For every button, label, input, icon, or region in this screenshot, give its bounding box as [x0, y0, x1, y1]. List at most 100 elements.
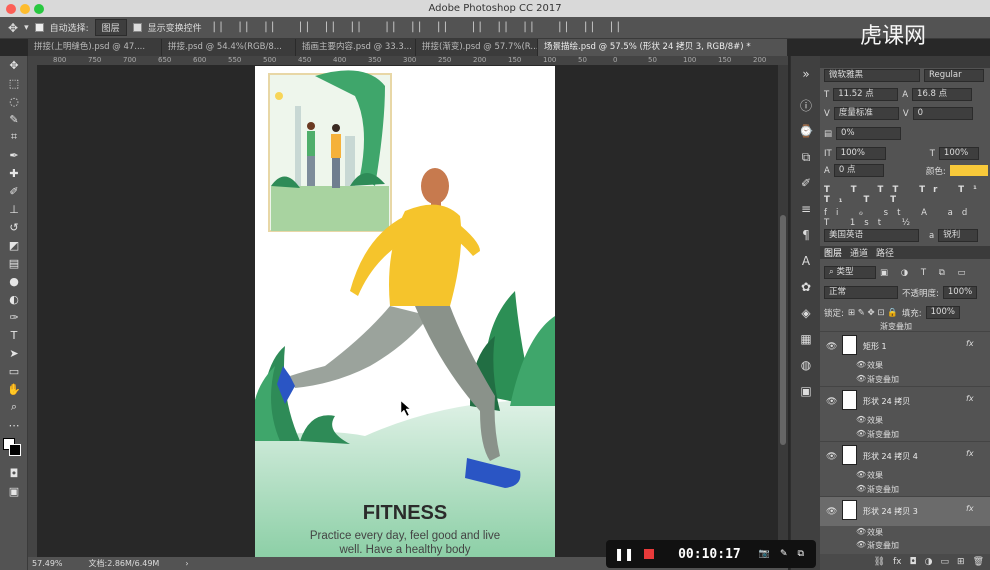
- paragraph-panel-icon[interactable]: ¶: [791, 222, 821, 248]
- swatches-panel-icon[interactable]: ▦: [791, 326, 821, 352]
- zoom-window-button[interactable]: [34, 4, 44, 14]
- history-panel-icon[interactable]: ⌚: [791, 118, 821, 144]
- vertical-scale-field[interactable]: 100%: [835, 147, 886, 160]
- hand-tool-icon[interactable]: ✋: [0, 380, 28, 398]
- type-tool-icon[interactable]: T: [0, 326, 28, 344]
- character-panel-icon[interactable]: A: [791, 248, 821, 274]
- opacity-field[interactable]: 100%: [942, 286, 977, 299]
- screen-mode-icon[interactable]: ▣: [0, 482, 28, 500]
- layer-name[interactable]: 形状 24 拷贝: [863, 396, 910, 407]
- effects-eye-icon[interactable]: 👁: [856, 470, 866, 479]
- close-window-button[interactable]: [6, 4, 16, 14]
- link-layers-icon[interactable]: ⛓: [874, 557, 885, 567]
- add-mask-icon[interactable]: ◘: [910, 557, 917, 567]
- zoom-tool-icon[interactable]: ⌕: [0, 398, 28, 416]
- layer-filter-icons[interactable]: ▣ ◑ T ⧉ ▭: [880, 268, 971, 278]
- stop-icon[interactable]: [644, 549, 655, 559]
- adjustment-layer-icon[interactable]: ◑: [925, 557, 933, 567]
- layers-panel-icon[interactable]: ◈: [791, 300, 821, 326]
- overlay-eye-icon[interactable]: 👁: [856, 484, 866, 493]
- overlay-eye-icon[interactable]: 👁: [856, 540, 866, 549]
- blend-mode-select[interactable]: 正常: [824, 286, 898, 299]
- quick-select-tool-icon[interactable]: ✎: [0, 110, 28, 128]
- doc-tab-4[interactable]: 拼接(渐变).psd @ 57.7%(R...: [416, 39, 538, 56]
- opentype-buttons[interactable]: fi ℴ st A ad T 1st ½: [824, 208, 990, 228]
- layer-name[interactable]: 矩形 1: [863, 341, 887, 352]
- tab-channels[interactable]: 通道: [850, 246, 868, 259]
- tab-layers[interactable]: 图层: [824, 246, 842, 259]
- fx-icon[interactable]: fx: [966, 339, 974, 348]
- new-layer-icon[interactable]: ⊞: [957, 557, 965, 567]
- blur-tool-icon[interactable]: ●: [0, 272, 28, 290]
- layer-name[interactable]: 形状 24 拷贝 3: [863, 506, 918, 517]
- text-color-swatch[interactable]: [949, 165, 988, 176]
- adjustments-panel-icon[interactable]: ≡: [791, 196, 821, 222]
- stamp-tool-icon[interactable]: ⊥: [0, 200, 28, 218]
- effects-eye-icon[interactable]: 👁: [856, 360, 866, 369]
- pen-icon[interactable]: ✎: [780, 549, 788, 559]
- path-select-tool-icon[interactable]: ➤: [0, 344, 28, 362]
- align-buttons[interactable]: ▕▏▕▏▕▏ ▕▏▕▏▕▏ ▕▏▕▏▕▏ ▕▏▕▏▕▏ ▕▏▕▏▕▏: [208, 23, 631, 33]
- history-brush-icon[interactable]: ↺: [0, 218, 28, 236]
- move-tool-icon[interactable]: ✥: [8, 21, 18, 35]
- eyedropper-tool-icon[interactable]: ✒: [0, 146, 28, 164]
- properties-panel-icon[interactable]: ⧉: [791, 144, 821, 170]
- brush-tool-icon[interactable]: ✐: [0, 182, 28, 200]
- overlay-eye-icon[interactable]: 👁: [856, 429, 866, 438]
- layer-row[interactable]: 👁 形状 24 拷贝 4 fx 👁 效果 👁 渐变叠加: [820, 441, 990, 496]
- scroll-thumb[interactable]: [780, 215, 786, 445]
- marquee-tool-icon[interactable]: ⬚: [0, 74, 28, 92]
- tab-paths[interactable]: 路径: [876, 246, 894, 259]
- pause-icon[interactable]: ❚❚: [614, 547, 634, 561]
- status-arrow-icon[interactable]: ›: [185, 559, 188, 568]
- auto-select-mode-select[interactable]: 图层: [94, 19, 127, 36]
- doc-tab-1[interactable]: 拼接(上明缝色).psd @ 47....: [28, 39, 162, 56]
- brush-panel-icon[interactable]: ✐: [791, 170, 821, 196]
- font-size-field[interactable]: 11.52 点: [833, 88, 899, 101]
- fill-field[interactable]: 100%: [925, 306, 960, 319]
- show-transform-checkbox[interactable]: [132, 23, 142, 32]
- lock-icons[interactable]: ⊞ ✎ ✥ ⊡ 🔒: [848, 308, 898, 318]
- new-group-icon[interactable]: ▭: [941, 557, 950, 567]
- doc-tab-2[interactable]: 拼接.psd @ 54.4%(RGB/8...: [162, 39, 296, 56]
- crop-tool-icon[interactable]: ⌗: [0, 128, 28, 146]
- kerning-field[interactable]: 度量标准: [833, 107, 899, 120]
- tool-preset-dropdown[interactable]: ▾: [24, 23, 29, 33]
- document-canvas[interactable]: FITNESS Practice every day, feel good an…: [255, 66, 555, 558]
- fx-icon[interactable]: fx: [966, 504, 974, 513]
- layer-row-selected[interactable]: 👁 形状 24 拷贝 3 fx: [820, 496, 990, 526]
- font-family-select[interactable]: 微软雅黑: [824, 69, 920, 82]
- effects-eye-icon[interactable]: 👁: [856, 527, 866, 536]
- baseline-field[interactable]: 0 点: [833, 164, 884, 177]
- vertical-scrollbar[interactable]: [778, 65, 788, 557]
- fx-icon[interactable]: fx: [966, 449, 974, 458]
- collapse-panels-icon[interactable]: »: [791, 56, 821, 92]
- effects-eye-icon[interactable]: 👁: [856, 415, 866, 424]
- lasso-tool-icon[interactable]: ◌: [0, 92, 28, 110]
- layer-name[interactable]: 形状 24 拷贝 4: [863, 451, 918, 462]
- font-style-select[interactable]: Regular: [924, 69, 984, 82]
- antialias-select[interactable]: 锐利: [938, 229, 979, 242]
- doc-tab-active[interactable]: 场景描绘.psd @ 57.5% (形状 24 拷贝 3, RGB/8#) *: [538, 39, 788, 56]
- channels-panel-icon[interactable]: ▣: [791, 378, 821, 404]
- visibility-eye-icon[interactable]: 👁: [826, 397, 837, 407]
- tracking-field[interactable]: 0: [912, 107, 973, 120]
- auto-select-checkbox[interactable]: [34, 23, 44, 32]
- layer-row[interactable]: 👁 矩形 1 fx 👁 效果 👁 渐变叠加: [820, 331, 990, 386]
- dodge-tool-icon[interactable]: ◐: [0, 290, 28, 308]
- background-color[interactable]: [9, 444, 21, 456]
- tsume-field[interactable]: 0%: [836, 127, 902, 140]
- shape-tool-icon[interactable]: ▭: [0, 362, 28, 380]
- horizontal-scale-field[interactable]: 100%: [938, 147, 979, 160]
- color-panel-icon[interactable]: ◍: [791, 352, 821, 378]
- info-panel-icon[interactable]: ⓘ: [791, 92, 821, 118]
- healing-tool-icon[interactable]: ✚: [0, 164, 28, 182]
- eraser-tool-icon[interactable]: ◩: [0, 236, 28, 254]
- delete-layer-icon[interactable]: 🗑: [973, 557, 984, 567]
- styles-panel-icon[interactable]: ✿: [791, 274, 821, 300]
- overlay-eye-icon[interactable]: 👁: [856, 374, 866, 383]
- add-style-icon[interactable]: fx: [893, 557, 902, 567]
- minimize-window-button[interactable]: [20, 4, 30, 14]
- zoom-level[interactable]: 57.49%: [32, 559, 63, 568]
- move-tool-icon[interactable]: ✥: [0, 56, 28, 74]
